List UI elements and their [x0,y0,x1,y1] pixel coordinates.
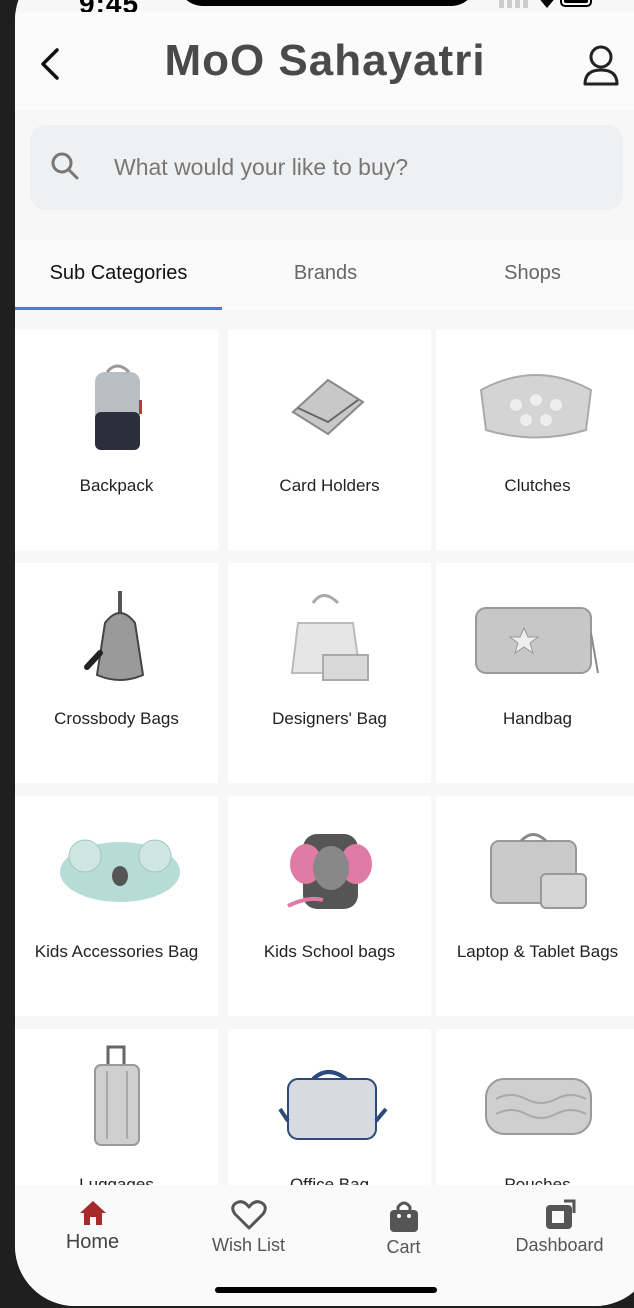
search-input[interactable] [114,125,594,210]
signal-wifi-battery-icon [499,0,592,8]
shopping-bag-icon [389,1201,418,1232]
card-holder-image [291,378,365,436]
nav-label: Home [65,1231,120,1253]
nav-wish-list[interactable]: Wish List [171,1199,326,1269]
home-indicator-bar [215,1287,437,1293]
category-label: Kids Accessories Bag [34,942,199,961]
handbag-image [475,607,599,674]
category-card-card-holders[interactable]: Card Holders [228,330,431,550]
category-card-laptop-tablet-bags[interactable]: Laptop & Tablet Bags [436,796,634,1016]
designer-bag-image [290,594,369,681]
dashboard-icon [545,1199,575,1229]
phone-screen: 9:45 MoO Sahayatri What would your like … [15,0,634,1306]
luggage-image [94,1045,140,1146]
category-card-pouches[interactable]: Pouches [436,1029,634,1190]
category-card-kids-accessories-bag[interactable]: Kids Accessories Bag [15,796,218,1016]
app-header: MoO Sahayatri [15,12,634,110]
category-label: Backpack [79,476,154,495]
laptop-bag-image [490,833,587,909]
tab-sub-categories[interactable]: Sub Categories [15,240,222,310]
category-card-kids-school-bags[interactable]: Kids School bags [228,796,431,1016]
category-card-clutches[interactable]: Clutches [436,330,634,550]
category-label: Kids School bags [263,942,396,961]
tab-brands[interactable]: Brands [222,240,429,310]
category-card-handbag[interactable]: Handbag [436,563,634,783]
category-label: Clutches [504,476,571,495]
status-bar: 9:45 [15,0,634,19]
category-card-backpack[interactable]: Backpack [15,330,218,550]
kids-school-bag-image [287,834,372,909]
search-icon [50,151,80,181]
home-icon [79,1201,106,1225]
crossbody-bag-image [84,591,145,681]
category-card-office-bag[interactable]: Office Bag [228,1029,431,1190]
office-bag-image [278,1070,388,1140]
category-label: Laptop & Tablet Bags [456,942,619,961]
category-card-crossbody-bags[interactable]: Crossbody Bags [15,563,218,783]
nav-home[interactable]: Home [15,1199,170,1269]
kids-accessories-bag-image [60,839,180,902]
category-card-luggages[interactable]: Luggages [15,1029,218,1190]
tab-bar: Sub Categories Brands Shops [15,240,634,310]
category-label: Crossbody Bags [54,709,179,728]
category-label: Designers' Bag [272,709,387,728]
tab-shops[interactable]: Shops [429,240,634,310]
backpack-image [95,364,142,450]
profile-button[interactable] [581,44,621,88]
category-label: Handbag [502,709,572,728]
category-grid: Backpack Card Holders Clutches Crossbody… [15,330,634,1190]
nav-dashboard[interactable]: Dashboard [482,1199,634,1269]
category-label: Card Holders [279,476,380,495]
page-title: MoO Sahayatri [164,36,486,85]
pouch-image [485,1078,592,1135]
search-bar[interactable] [30,125,623,210]
active-tab-indicator [15,307,222,310]
nav-label: Dashboard [515,1235,604,1255]
user-icon [583,45,619,86]
nav-label: Cart [386,1237,421,1257]
nav-cart[interactable]: Cart [326,1199,481,1269]
nav-label: Wish List [211,1235,285,1255]
notch [177,0,477,6]
heart-icon [230,1200,267,1230]
category-card-designers-bag[interactable]: Designers' Bag [228,563,431,783]
clutch-image [479,374,593,439]
